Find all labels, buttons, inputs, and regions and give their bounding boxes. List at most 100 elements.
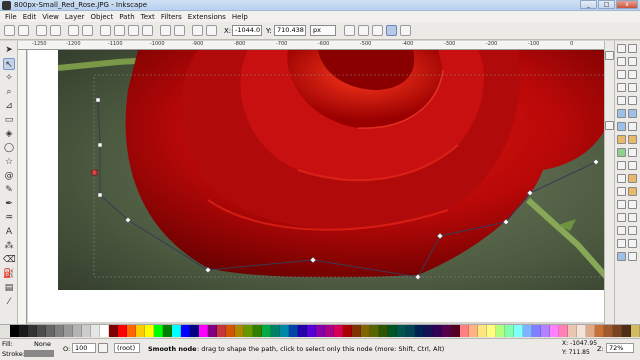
node-tool-icon[interactable]: ↖	[3, 58, 15, 70]
insert-node-button[interactable]	[4, 25, 15, 36]
zoom-page-icon[interactable]	[617, 122, 626, 131]
show-mask-button[interactable]	[358, 25, 369, 36]
palette-swatch[interactable]	[469, 325, 478, 337]
scrollbar-thumb[interactable]	[605, 121, 614, 130]
make-line-button[interactable]	[160, 25, 171, 36]
palette-swatch[interactable]	[541, 325, 550, 337]
snap-guides-icon[interactable]	[617, 252, 626, 261]
stroke-to-path-button[interactable]	[206, 25, 217, 36]
snap-text-icon[interactable]	[628, 252, 637, 261]
snap-midpoints-icon[interactable]	[628, 213, 637, 222]
palette-swatch[interactable]	[127, 325, 136, 337]
palette-swatch[interactable]	[559, 325, 568, 337]
fill-stroke-icon[interactable]	[617, 148, 626, 157]
stroke-swatch[interactable]	[24, 350, 54, 357]
zoom-tool-icon[interactable]: ⌕	[3, 86, 15, 98]
make-cusp-button[interactable]	[100, 25, 111, 36]
palette-swatch[interactable]	[307, 325, 316, 337]
snap-intersections-icon[interactable]	[617, 200, 626, 209]
print-icon[interactable]	[628, 57, 637, 66]
auto-smooth-button[interactable]	[142, 25, 153, 36]
pencil-tool-icon[interactable]: ✎	[3, 184, 15, 196]
x-coordinate-field[interactable]: -1044.0	[232, 25, 262, 36]
palette-swatch[interactable]	[460, 325, 469, 337]
opacity-field[interactable]: 100	[72, 343, 96, 353]
palette-swatch[interactable]	[415, 325, 424, 337]
palette-swatch[interactable]	[496, 325, 505, 337]
palette-swatch[interactable]	[442, 325, 451, 337]
make-smooth-button[interactable]	[114, 25, 125, 36]
palette-swatch[interactable]	[190, 325, 199, 337]
gradient-tool-icon[interactable]: ▤	[3, 282, 15, 294]
snap-enable-icon[interactable]	[617, 174, 626, 183]
rectangle-tool-icon[interactable]: ▭	[3, 114, 15, 126]
save-icon[interactable]	[617, 57, 626, 66]
vertical-ruler[interactable]	[18, 50, 27, 324]
palette-swatch[interactable]	[271, 325, 280, 337]
menu-help[interactable]: Help	[232, 13, 248, 21]
import-icon[interactable]	[617, 70, 626, 79]
snap-rotation-icon[interactable]	[628, 226, 637, 235]
palette-swatch[interactable]	[514, 325, 523, 337]
palette-swatch[interactable]	[343, 325, 352, 337]
y-coordinate-field[interactable]: 710.438	[274, 25, 306, 36]
palette-swatch[interactable]	[244, 325, 253, 337]
palette-swatch[interactable]	[298, 325, 307, 337]
close-button[interactable]: x	[616, 0, 638, 9]
fill-value[interactable]: None	[34, 340, 51, 348]
make-symmetric-button[interactable]	[128, 25, 139, 36]
menu-view[interactable]: View	[42, 13, 59, 21]
palette-swatch[interactable]	[109, 325, 118, 337]
palette-swatch[interactable]	[91, 325, 100, 337]
palette-swatch[interactable]	[37, 325, 46, 337]
open-icon[interactable]	[628, 44, 637, 53]
object-to-path-button[interactable]	[192, 25, 203, 36]
palette-swatch[interactable]	[631, 325, 640, 337]
tweak-tool-icon[interactable]: ✧	[3, 72, 15, 84]
make-curve-button[interactable]	[174, 25, 185, 36]
palette-swatch[interactable]	[370, 325, 379, 337]
snap-centers-icon[interactable]	[617, 226, 626, 235]
menu-filters[interactable]: Filters	[161, 13, 182, 21]
palette-swatch[interactable]	[361, 325, 370, 337]
palette-swatch[interactable]	[505, 325, 514, 337]
palette-swatch[interactable]	[478, 325, 487, 337]
palette-swatch[interactable]	[46, 325, 55, 337]
rose-photo[interactable]	[58, 50, 604, 290]
palette-swatch[interactable]	[379, 325, 388, 337]
redo-icon[interactable]	[628, 83, 637, 92]
palette-swatch[interactable]	[433, 325, 442, 337]
delete-node-button[interactable]	[18, 25, 29, 36]
snap-cusp-icon[interactable]	[628, 200, 637, 209]
palette-swatch[interactable]	[118, 325, 127, 337]
unit-select[interactable]: px	[310, 25, 336, 36]
spray-tool-icon[interactable]: ⁂	[3, 240, 15, 252]
palette-swatch[interactable]	[604, 325, 613, 337]
palette-swatch[interactable]	[55, 325, 64, 337]
palette-swatch[interactable]	[586, 325, 595, 337]
paste-icon[interactable]	[628, 96, 637, 105]
menu-edit[interactable]: Edit	[23, 13, 37, 21]
opacity-spin-icon[interactable]	[98, 343, 108, 353]
palette-swatch[interactable]	[100, 325, 109, 337]
ellipse-tool-icon[interactable]: ◯	[3, 142, 15, 154]
delete-segment-button[interactable]	[82, 25, 93, 36]
menu-text[interactable]: Text	[141, 13, 155, 21]
align-icon[interactable]	[628, 161, 637, 170]
palette-swatch[interactable]	[388, 325, 397, 337]
palette-swatch[interactable]	[181, 325, 190, 337]
dropper-tool-icon[interactable]: ⁄	[3, 296, 15, 308]
snap-smooth-icon[interactable]	[617, 213, 626, 222]
menu-layer[interactable]: Layer	[65, 13, 85, 21]
palette-swatch[interactable]	[289, 325, 298, 337]
canvas[interactable]	[28, 50, 604, 322]
palette-swatch[interactable]	[613, 325, 622, 337]
menu-file[interactable]: File	[5, 13, 17, 21]
maximize-button[interactable]: □	[598, 0, 615, 9]
palette-swatch[interactable]	[73, 325, 82, 337]
menu-path[interactable]: Path	[119, 13, 134, 21]
snap-paths-icon[interactable]	[628, 187, 637, 196]
snap-bbox-icon[interactable]	[628, 174, 637, 183]
join-nodes-button[interactable]	[36, 25, 47, 36]
undo-icon[interactable]	[617, 83, 626, 92]
